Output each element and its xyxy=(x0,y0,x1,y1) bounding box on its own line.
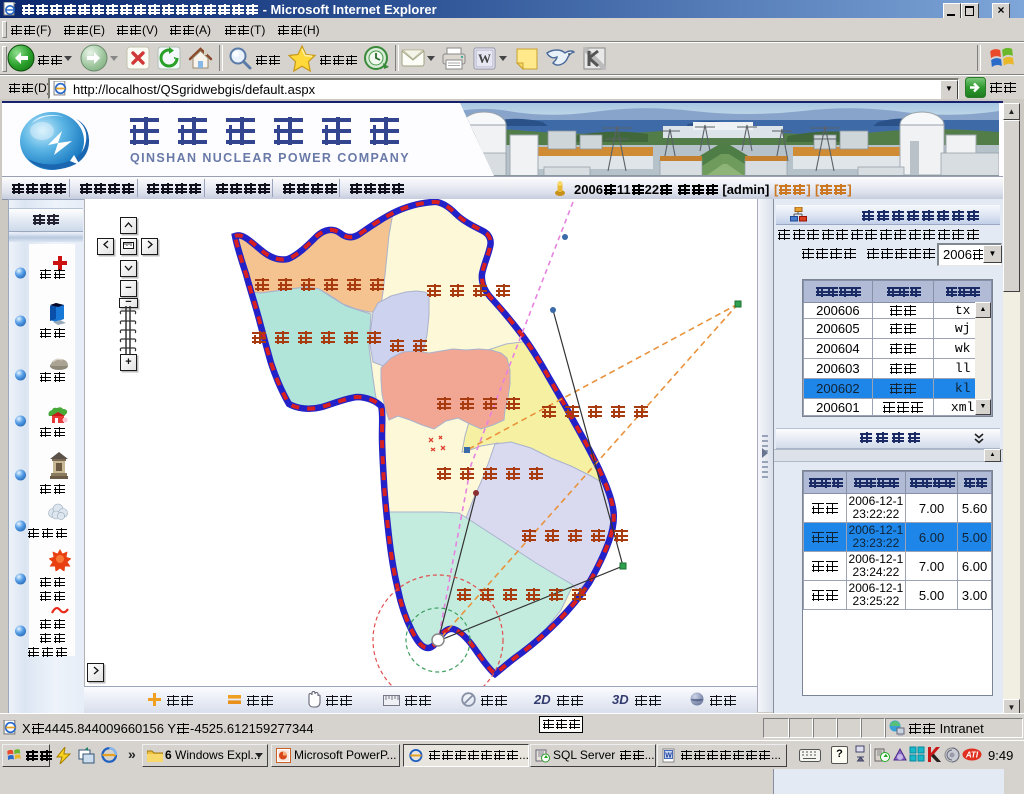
svg-text:ATI: ATI xyxy=(965,751,979,760)
svg-text:W: W xyxy=(665,753,672,760)
svg-text:W: W xyxy=(478,51,491,66)
